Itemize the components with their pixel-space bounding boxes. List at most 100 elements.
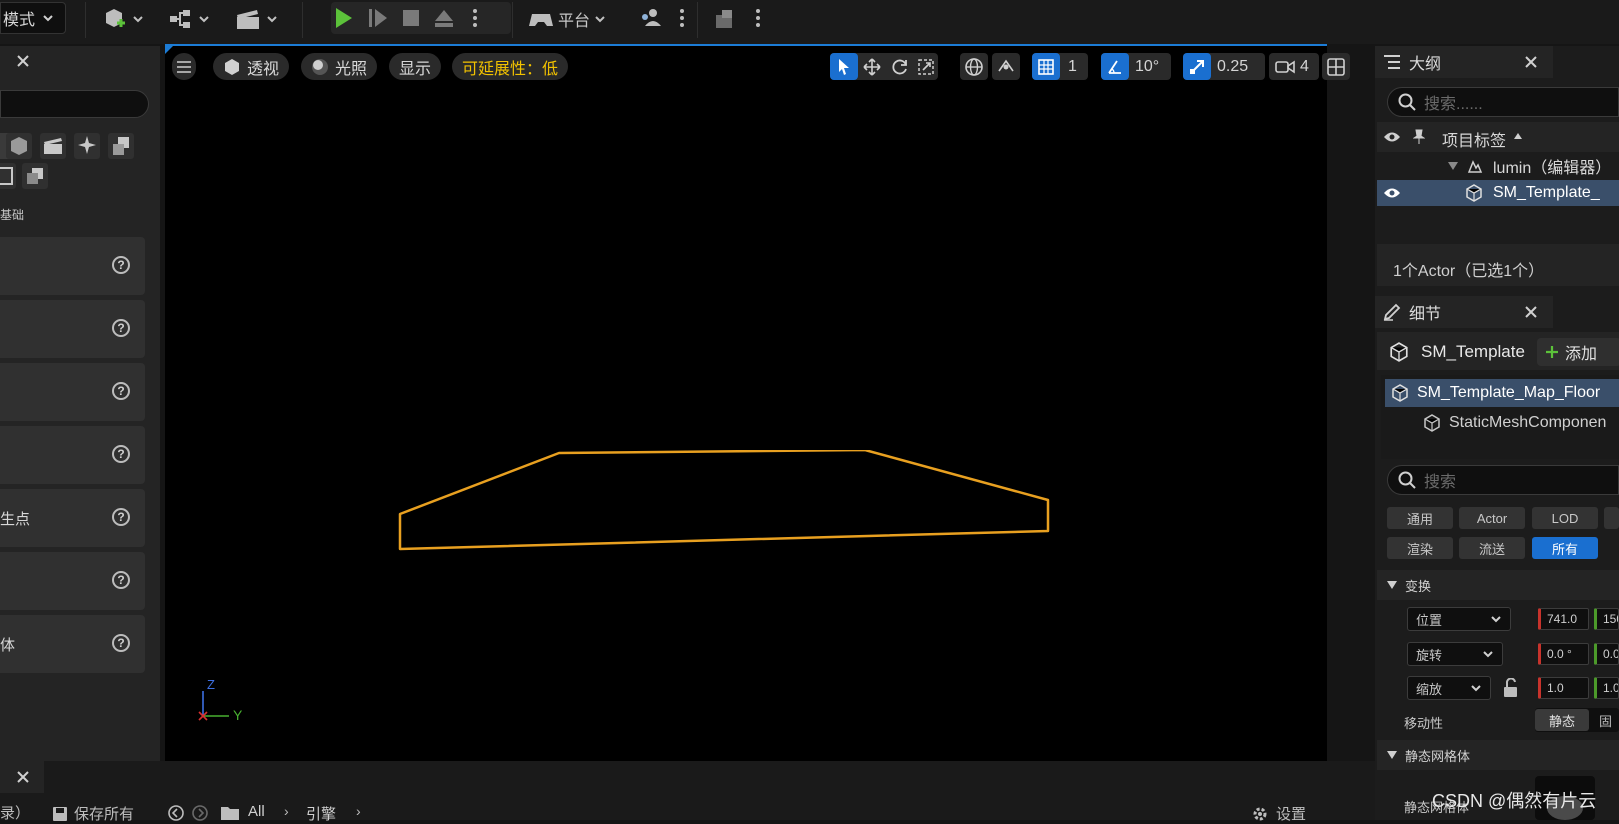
eject-icon[interactable] bbox=[433, 7, 455, 29]
translate-tool[interactable] bbox=[858, 57, 886, 76]
filter-general-button[interactable]: 通用 bbox=[1387, 507, 1453, 529]
scale-snap-toggle[interactable] bbox=[1183, 53, 1211, 80]
stop-icon[interactable] bbox=[401, 8, 421, 28]
actor-item[interactable]: ? bbox=[0, 426, 145, 484]
rotation-snap-toggle[interactable] bbox=[1101, 53, 1129, 80]
close-icon[interactable] bbox=[1525, 56, 1537, 68]
location-y-field[interactable]: 150 bbox=[1594, 608, 1619, 630]
more-options-icon[interactable] bbox=[678, 8, 686, 28]
add-component-button[interactable]: 添加 bbox=[1537, 338, 1619, 366]
step-forward-icon[interactable] bbox=[367, 7, 389, 29]
eye-icon[interactable] bbox=[1383, 187, 1401, 199]
filter-streaming-button[interactable]: 流送 bbox=[1459, 537, 1525, 559]
outliner-tab[interactable]: 大纲 bbox=[1375, 46, 1553, 78]
history-forward-icon[interactable] bbox=[192, 805, 208, 821]
actor-name-field[interactable]: SM_Template bbox=[1421, 342, 1533, 362]
place-actors-search[interactable] bbox=[0, 90, 149, 118]
details-search-input[interactable]: 搜索 bbox=[1387, 465, 1619, 495]
location-mode-dropdown[interactable]: 位置 bbox=[1407, 607, 1511, 631]
help-icon[interactable]: ? bbox=[112, 256, 130, 274]
scale-y-field[interactable]: 1.0 bbox=[1594, 677, 1619, 699]
settings-button[interactable]: 设置 bbox=[1252, 803, 1306, 824]
help-icon[interactable]: ? bbox=[112, 445, 130, 463]
filter-misc-button[interactable] bbox=[1604, 507, 1619, 529]
source-control-button[interactable] bbox=[712, 4, 738, 34]
sort-up-icon[interactable] bbox=[1513, 132, 1523, 140]
filter-lod-button[interactable]: LOD bbox=[1532, 507, 1598, 529]
blueprint-button[interactable] bbox=[168, 4, 210, 34]
filter-actor-button[interactable]: Actor bbox=[1459, 507, 1525, 529]
rotation-snap-group[interactable]: 10° bbox=[1101, 53, 1171, 80]
play-icon[interactable] bbox=[331, 6, 355, 30]
mode-dropdown[interactable]: 模式 bbox=[0, 2, 66, 34]
viewport-layout-button[interactable] bbox=[1322, 53, 1350, 80]
selected-floor-mesh-outline[interactable] bbox=[395, 450, 1055, 570]
close-icon[interactable] bbox=[17, 771, 29, 783]
grid-snap-group[interactable]: 1 bbox=[1032, 53, 1088, 80]
location-x-field[interactable]: 741.0 bbox=[1538, 608, 1589, 630]
place-actors-tab[interactable] bbox=[0, 46, 44, 78]
help-icon[interactable]: ? bbox=[112, 634, 130, 652]
close-icon[interactable] bbox=[17, 55, 29, 67]
help-icon[interactable]: ? bbox=[112, 319, 130, 337]
rotation-x-field[interactable]: 0.0 ° bbox=[1538, 643, 1589, 665]
mobility-static-option[interactable]: 静态 bbox=[1535, 709, 1589, 731]
actor-item[interactable]: ? bbox=[0, 237, 145, 295]
outliner-row-world[interactable]: lumin（编辑器） bbox=[1377, 153, 1619, 179]
cinematics-button[interactable] bbox=[234, 4, 278, 34]
history-back-icon[interactable] bbox=[168, 805, 184, 821]
rotate-tool[interactable] bbox=[886, 58, 914, 76]
more-options-icon[interactable] bbox=[754, 8, 762, 28]
more-options-icon[interactable] bbox=[471, 8, 479, 28]
close-icon[interactable] bbox=[1525, 306, 1537, 318]
viewport-menu-button[interactable] bbox=[172, 53, 196, 80]
grid-snap-toggle[interactable] bbox=[1032, 53, 1060, 80]
scale-snap-group[interactable]: 0.25 bbox=[1183, 53, 1265, 80]
actor-item[interactable]: 体 ? bbox=[0, 615, 145, 673]
coordinate-system-button[interactable] bbox=[960, 53, 988, 80]
scale-x-field[interactable]: 1.0 bbox=[1538, 677, 1589, 699]
path-all-breadcrumb[interactable]: All bbox=[248, 803, 265, 820]
filter-rendering-button[interactable]: 渲染 bbox=[1387, 537, 1453, 559]
multi-user-button[interactable] bbox=[638, 4, 664, 34]
filter-all-button[interactable]: 所有 bbox=[1532, 537, 1598, 559]
surface-snapping-button[interactable] bbox=[992, 53, 1020, 80]
actor-item[interactable]: ? bbox=[0, 363, 145, 421]
help-icon[interactable]: ? bbox=[112, 508, 130, 526]
details-tab[interactable]: 细节 bbox=[1375, 296, 1553, 328]
show-button[interactable]: 显示 bbox=[389, 53, 442, 80]
scalability-warning[interactable]: 可延展性：低 bbox=[452, 53, 569, 80]
item-label-column[interactable]: 项目标签 bbox=[1442, 127, 1506, 151]
select-tool[interactable] bbox=[830, 53, 858, 80]
platforms-button[interactable]: 平台 bbox=[528, 4, 606, 34]
unlock-icon[interactable] bbox=[1502, 678, 1520, 698]
save-all-button[interactable]: 保存所有 bbox=[52, 803, 134, 824]
visual-effects-icon[interactable] bbox=[74, 133, 100, 159]
scale-tool[interactable] bbox=[914, 58, 938, 75]
actor-item[interactable]: ? bbox=[0, 552, 145, 610]
camera-speed-button[interactable]: 4 bbox=[1269, 53, 1319, 80]
add-content-button[interactable] bbox=[102, 4, 144, 34]
perspective-button[interactable]: 透视 bbox=[213, 53, 290, 80]
actor-item[interactable]: 生点 ? bbox=[0, 489, 145, 547]
help-icon[interactable]: ? bbox=[112, 571, 130, 589]
actor-item[interactable]: ? bbox=[0, 300, 145, 358]
rotation-y-field[interactable]: 0.0 bbox=[1594, 643, 1619, 665]
rotation-mode-dropdown[interactable]: 旋转 bbox=[1407, 642, 1503, 666]
eye-icon[interactable] bbox=[1383, 131, 1401, 143]
component-row-root[interactable]: SM_Template_Map_Floor bbox=[1385, 379, 1619, 407]
shape-cube-icon[interactable] bbox=[6, 133, 32, 159]
expand-arrow-icon[interactable] bbox=[1447, 161, 1459, 171]
path-engine-breadcrumb[interactable]: 引擎 bbox=[306, 803, 336, 824]
cinematic-icon[interactable] bbox=[40, 133, 66, 159]
transform-section-header[interactable]: 变换 bbox=[1377, 570, 1619, 600]
geometry-icon[interactable] bbox=[108, 133, 134, 159]
volumes-icon[interactable] bbox=[0, 163, 16, 189]
content-browser-tab[interactable] bbox=[0, 761, 44, 793]
outliner-search-input[interactable]: 搜索...... bbox=[1387, 87, 1619, 117]
lighting-button[interactable]: 光照 bbox=[301, 53, 378, 80]
static-mesh-section-header[interactable]: 静态网格体 bbox=[1377, 740, 1619, 770]
pin-icon[interactable] bbox=[1413, 129, 1425, 145]
help-icon[interactable]: ? bbox=[112, 382, 130, 400]
level-viewport[interactable] bbox=[165, 46, 1327, 761]
